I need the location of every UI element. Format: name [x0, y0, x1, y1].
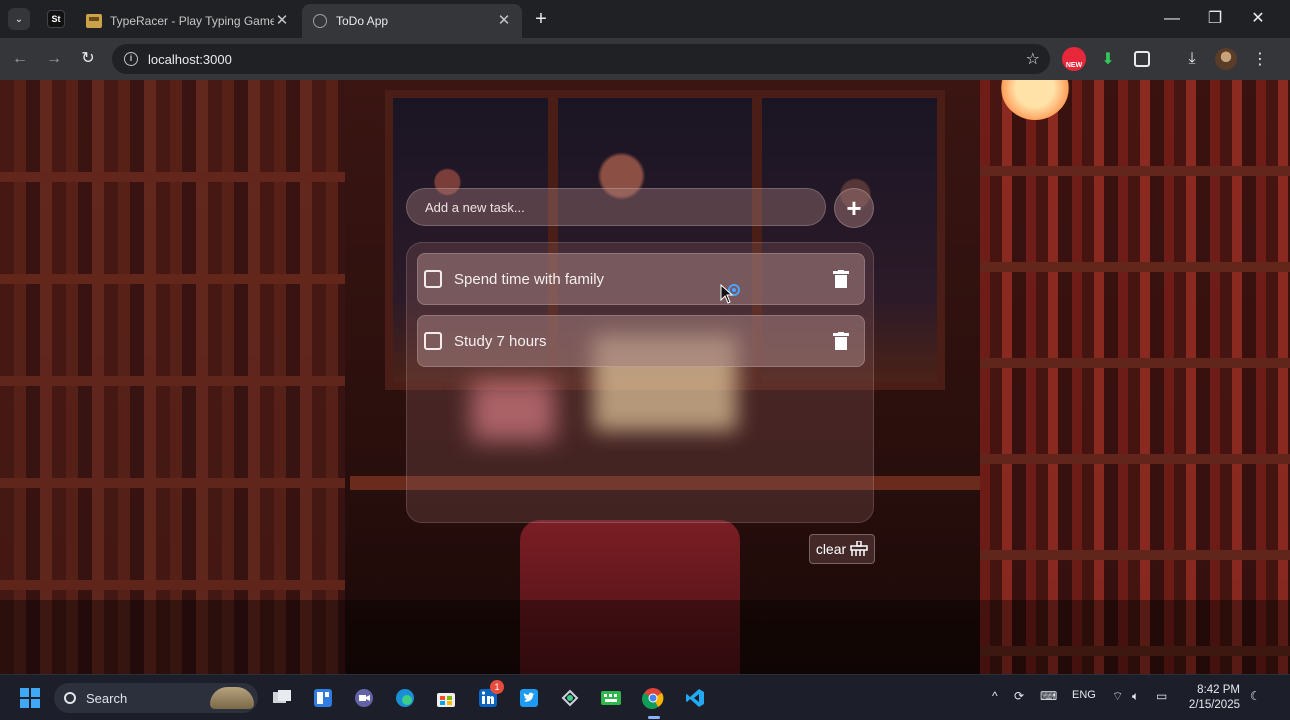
- close-tab-icon[interactable]: ✕: [274, 13, 290, 29]
- todo-checkbox[interactable]: [424, 332, 442, 350]
- site-info-icon[interactable]: i: [124, 52, 138, 66]
- widgets-icon[interactable]: [309, 684, 337, 712]
- search-highlight-image: [210, 687, 254, 709]
- bookmark-star-icon[interactable]: ☆: [1026, 49, 1040, 69]
- new-task-input[interactable]: [406, 188, 826, 226]
- globe-icon: [312, 13, 328, 29]
- tab-search-chevron-down-icon[interactable]: ⌄: [8, 8, 30, 30]
- add-task-button[interactable]: +: [834, 188, 874, 228]
- pinned-tab-favicon: St: [47, 10, 65, 28]
- taskbar-search-label: Search: [86, 690, 128, 706]
- forward-arrow-icon[interactable]: →: [44, 49, 64, 69]
- volume-icon[interactable]: 🔈︎: [1132, 689, 1139, 704]
- address-bar[interactable]: i localhost:3000 ☆: [112, 44, 1050, 74]
- todo-text: Study 7 hours: [454, 332, 547, 350]
- language-indicator[interactable]: ENG: [1072, 689, 1096, 701]
- start-windows-icon[interactable]: [16, 684, 44, 712]
- todo-list-panel: Spend time with family Study 7 hours: [406, 242, 874, 523]
- todo-text: Spend time with family: [454, 270, 605, 288]
- tab-title: ToDo App: [336, 14, 389, 28]
- background-bookshelf-right: [980, 80, 1290, 674]
- windows-taskbar: Search 1 ^ ⟳ ⌨ ENG ⌔ 🔈︎ ▭ 8:42 PM 2/15/2…: [0, 674, 1290, 720]
- tab-typeracer[interactable]: TypeRacer - Play Typing Games ✕: [76, 4, 300, 38]
- list-item: Study 7 hours: [417, 315, 865, 367]
- broom-icon: [850, 541, 868, 556]
- background-bookshelf-left: [0, 80, 345, 674]
- plus-icon: +: [846, 193, 862, 223]
- task-view-icon[interactable]: [268, 684, 296, 712]
- page-viewport: + Spend time with family Study 7 hours: [0, 80, 1290, 674]
- extension-new-icon[interactable]: NEW: [1062, 47, 1086, 71]
- close-tab-icon[interactable]: ✕: [496, 13, 512, 29]
- url-text: localhost:3000: [148, 51, 232, 67]
- clock-date: 2/15/2025: [1188, 699, 1240, 711]
- restore-icon[interactable]: ❐: [1203, 8, 1227, 30]
- trash-icon[interactable]: [830, 268, 852, 290]
- pinned-tab[interactable]: St: [40, 6, 72, 32]
- clear-label: clear: [815, 541, 847, 557]
- extension-badge: NEW: [1062, 47, 1086, 71]
- show-hidden-icons-chevron-up-icon[interactable]: ^: [992, 689, 998, 703]
- typeracer-favicon-icon: [86, 13, 102, 29]
- keyboard-app-icon[interactable]: [597, 684, 625, 712]
- taskbar-clock[interactable]: 8:42 PM 2/15/2025: [1186, 683, 1240, 713]
- close-window-icon[interactable]: ✕: [1246, 8, 1270, 30]
- browser-toolbar: ← → ↻ i localhost:3000 ☆ NEW ⬇ ⤓ ⋮: [0, 38, 1290, 80]
- minimize-icon[interactable]: —: [1160, 8, 1184, 30]
- tab-title: TypeRacer - Play Typing Games: [110, 14, 274, 28]
- extensions-puzzle-icon[interactable]: [1130, 47, 1154, 71]
- battery-icon[interactable]: ▭: [1156, 689, 1167, 703]
- notification-badge: 1: [490, 680, 504, 694]
- profile-avatar[interactable]: [1214, 47, 1238, 71]
- snipping-tool-icon[interactable]: [556, 684, 584, 712]
- list-item: Spend time with family: [417, 253, 865, 305]
- sync-status-icon[interactable]: ⟳: [1014, 689, 1024, 703]
- taskbar-search[interactable]: Search: [54, 683, 258, 713]
- twitter-icon[interactable]: [515, 684, 543, 712]
- clear-button[interactable]: clear: [809, 534, 875, 564]
- reload-icon[interactable]: ↻: [78, 49, 98, 69]
- trash-icon[interactable]: [830, 330, 852, 352]
- tab-todo-app[interactable]: ToDo App ✕: [302, 4, 522, 38]
- menu-kebab-icon[interactable]: ⋮: [1248, 47, 1272, 71]
- linkedin-icon[interactable]: 1: [474, 680, 504, 712]
- clock-time: 8:42 PM: [1197, 684, 1240, 696]
- download-manager-extension-icon[interactable]: ⬇: [1096, 47, 1120, 71]
- downloads-icon[interactable]: ⤓: [1180, 47, 1204, 71]
- search-icon: [64, 692, 76, 704]
- chrome-icon[interactable]: [639, 684, 667, 712]
- keyboard-icon[interactable]: ⌨: [1040, 689, 1057, 703]
- wifi-icon[interactable]: ⌔: [1112, 689, 1123, 704]
- todo-checkbox[interactable]: [424, 270, 442, 288]
- edge-browser-icon[interactable]: [391, 684, 419, 712]
- notifications-moon-icon[interactable]: ☾: [1250, 689, 1261, 703]
- microsoft-store-icon[interactable]: [432, 684, 460, 712]
- back-arrow-icon[interactable]: ←: [10, 49, 30, 69]
- new-tab-plus-icon[interactable]: +: [530, 8, 552, 30]
- teams-meet-icon[interactable]: [350, 684, 378, 712]
- browser-tab-strip: ⌄ St TypeRacer - Play Typing Games ✕ ToD…: [0, 0, 1290, 38]
- vscode-icon[interactable]: [681, 684, 709, 712]
